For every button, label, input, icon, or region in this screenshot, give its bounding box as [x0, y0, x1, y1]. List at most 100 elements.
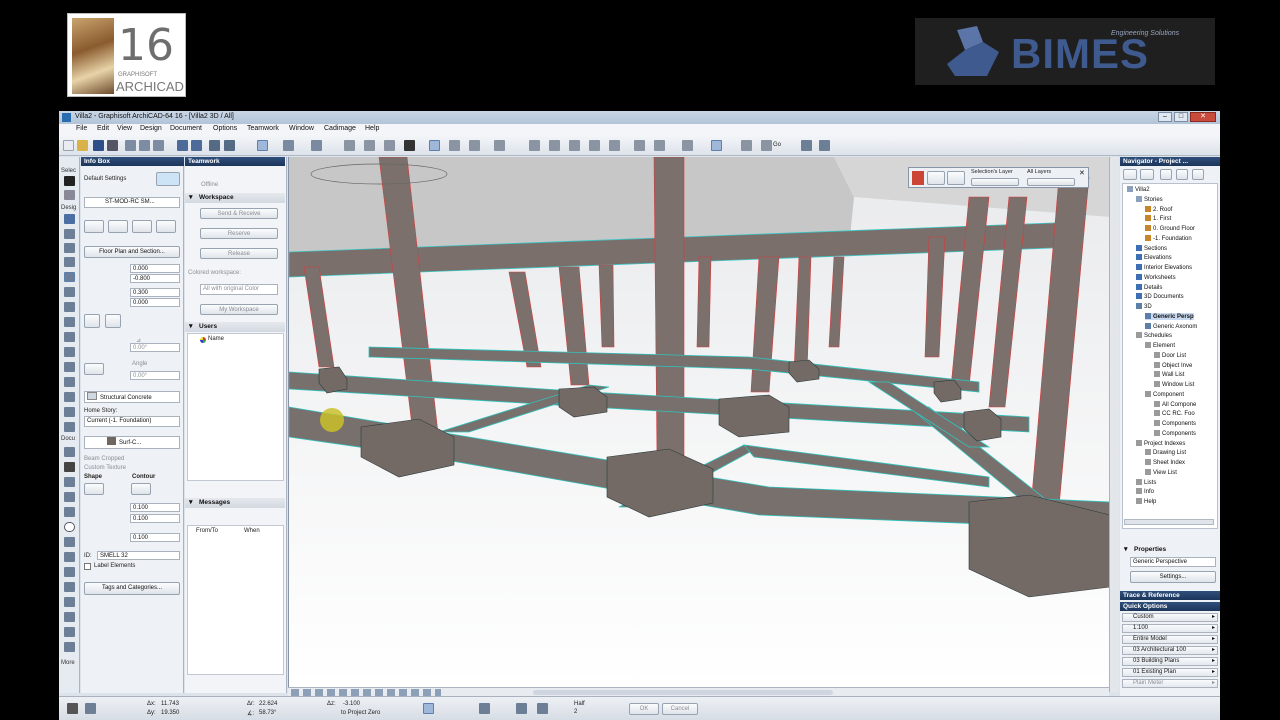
ok-button[interactable]: OK [629, 703, 659, 715]
snap-guide-icon[interactable] [257, 140, 268, 151]
dr-value[interactable]: 22.624 [259, 701, 277, 707]
absolute-coords-icon[interactable] [67, 703, 78, 714]
floor-plan-section-button[interactable]: Floor Plan and Section... [84, 246, 180, 258]
tree-item[interactable]: Element [1145, 342, 1175, 349]
tree-item[interactable]: Stories [1136, 195, 1163, 203]
users-section[interactable]: Users [185, 322, 285, 332]
window-tool-icon[interactable] [64, 257, 75, 267]
properties-section[interactable]: Properties [1120, 545, 1220, 555]
paste-icon[interactable] [153, 140, 164, 151]
mirror-icon[interactable] [529, 140, 540, 151]
detail-tool-icon[interactable] [64, 612, 75, 622]
tree-item[interactable]: 3D Documents [1136, 293, 1184, 300]
drawing-tool-icon[interactable] [64, 567, 75, 577]
circle-tool-icon[interactable] [64, 522, 75, 532]
tree-item[interactable]: Sheet Index [1145, 459, 1185, 466]
undo-icon[interactable] [177, 140, 188, 151]
id-field[interactable]: SMELL 32 [97, 551, 180, 560]
layer-icon[interactable] [404, 140, 415, 151]
layer-wireframe-icon[interactable] [947, 171, 965, 185]
tree-item[interactable]: Details [1136, 283, 1162, 291]
arc-tool-icon[interactable] [64, 537, 75, 547]
tree-item[interactable]: -1. Foundation [1145, 234, 1192, 242]
contour-button[interactable] [131, 483, 151, 495]
quick-option-scale[interactable]: 1:100 [1122, 624, 1218, 633]
slant-button[interactable] [84, 363, 104, 375]
orbit-icon[interactable] [801, 140, 812, 151]
selection-layer-label[interactable]: Selection's Layer [971, 169, 1013, 175]
3d-viewport[interactable]: Selection's Layer All Layers ✕ [288, 157, 1109, 687]
cut-icon[interactable] [125, 140, 136, 151]
menu-design[interactable]: Design [140, 125, 162, 132]
tree-item[interactable]: Generic Persp [1145, 312, 1194, 320]
trim-icon[interactable] [344, 140, 355, 151]
save-icon[interactable] [93, 140, 104, 151]
section-tool-icon[interactable] [64, 582, 75, 592]
marquee-tool-icon[interactable] [64, 190, 75, 200]
angle1-field[interactable]: 0.00° [130, 343, 180, 352]
beam-height-field[interactable]: 0.000 [130, 298, 180, 307]
suspend-groups-icon[interactable] [429, 140, 440, 151]
tree-item[interactable]: Villa2 [1127, 186, 1150, 193]
object-tool-icon[interactable] [64, 362, 75, 372]
menu-window[interactable]: Window [289, 125, 314, 132]
home-story-selector[interactable]: Current (-1. Foundation) [84, 416, 180, 427]
dz-value[interactable]: -3.100 [343, 701, 360, 707]
perpendicular-icon[interactable] [537, 703, 548, 714]
go-label[interactable]: Go [773, 142, 781, 148]
elevation-tool-icon[interactable] [64, 597, 75, 607]
menu-help[interactable]: Help [365, 125, 379, 132]
tree-item[interactable]: Lists [1136, 478, 1156, 486]
redo-icon[interactable] [191, 140, 202, 151]
tree-item[interactable]: Elevations [1136, 254, 1172, 261]
dimension-tool-icon[interactable] [64, 447, 75, 457]
tree-item[interactable]: Component [1145, 390, 1184, 398]
profile-selector[interactable]: ST-MOD-RC SM... [84, 197, 180, 208]
quick-option-custom[interactable]: Custom [1122, 613, 1218, 622]
tree-item[interactable]: Wall List [1154, 371, 1184, 378]
tree-item[interactable]: All Compone [1154, 400, 1196, 408]
tree-item[interactable]: Sections [1136, 244, 1167, 252]
curved-beam-button[interactable] [108, 220, 128, 233]
menu-document[interactable]: Document [170, 125, 202, 132]
new-icon[interactable] [63, 140, 74, 151]
rotate-icon[interactable] [549, 140, 560, 151]
tree-item[interactable]: 3D [1136, 303, 1152, 310]
users-list[interactable]: Name [187, 333, 284, 481]
dimension-icon[interactable] [449, 140, 460, 151]
users-name-column[interactable]: Name [208, 336, 224, 342]
3d-view-icon[interactable] [654, 140, 665, 151]
shape-rect-button[interactable] [84, 483, 104, 495]
text-tool-icon[interactable] [64, 462, 75, 472]
print-icon[interactable] [107, 140, 118, 151]
magic-wand-icon[interactable] [469, 140, 480, 151]
material-selector[interactable]: Structural Concrete [84, 391, 180, 403]
close-button[interactable]: ✕ [1190, 112, 1216, 122]
skylight-tool-icon[interactable] [64, 317, 75, 327]
properties-value[interactable]: Generic Perspective [1130, 557, 1216, 567]
quick-option-renovation[interactable]: 01 Existing Plan [1122, 668, 1218, 677]
all-layers-label[interactable]: All Layers [1027, 169, 1051, 175]
elevation-top-field[interactable]: 0.000 [130, 264, 180, 273]
magic-wand-status-icon[interactable] [423, 703, 434, 714]
quick-option-pen-set[interactable]: 03 Architectural 100 [1122, 646, 1218, 655]
wall-tool-icon[interactable] [64, 214, 75, 224]
tree-item[interactable]: 0. Ground Floor [1145, 225, 1195, 232]
layer-color-icon[interactable] [912, 171, 924, 185]
elevation-bottom-field[interactable]: -0.800 [130, 274, 180, 283]
messages-list[interactable]: From/To When [187, 525, 284, 675]
rel-construct-icon[interactable] [479, 703, 490, 714]
3d-cut-icon[interactable] [711, 140, 722, 151]
tree-horizontal-scrollbar[interactable] [1124, 519, 1214, 525]
tags-categories-button[interactable]: Tags and Categories... [84, 582, 180, 595]
my-workspace-button[interactable]: My Workspace [200, 304, 278, 315]
menu-options[interactable]: Options [213, 125, 237, 132]
trace-reference-header[interactable]: Trace & Reference [1120, 591, 1220, 600]
anchor-point-button[interactable] [105, 314, 121, 328]
angle-snap-icon[interactable] [283, 140, 294, 151]
offset-icon[interactable] [569, 140, 580, 151]
colored-workspace-select[interactable]: All with original Color [200, 284, 278, 295]
project-tree[interactable]: Villa2 Stories 2. Roof 1. First 0. Ground Fl… [1122, 183, 1218, 529]
menu-cadimage[interactable]: Cadimage [324, 125, 356, 132]
tree-item[interactable]: Project Indexes [1136, 439, 1185, 447]
